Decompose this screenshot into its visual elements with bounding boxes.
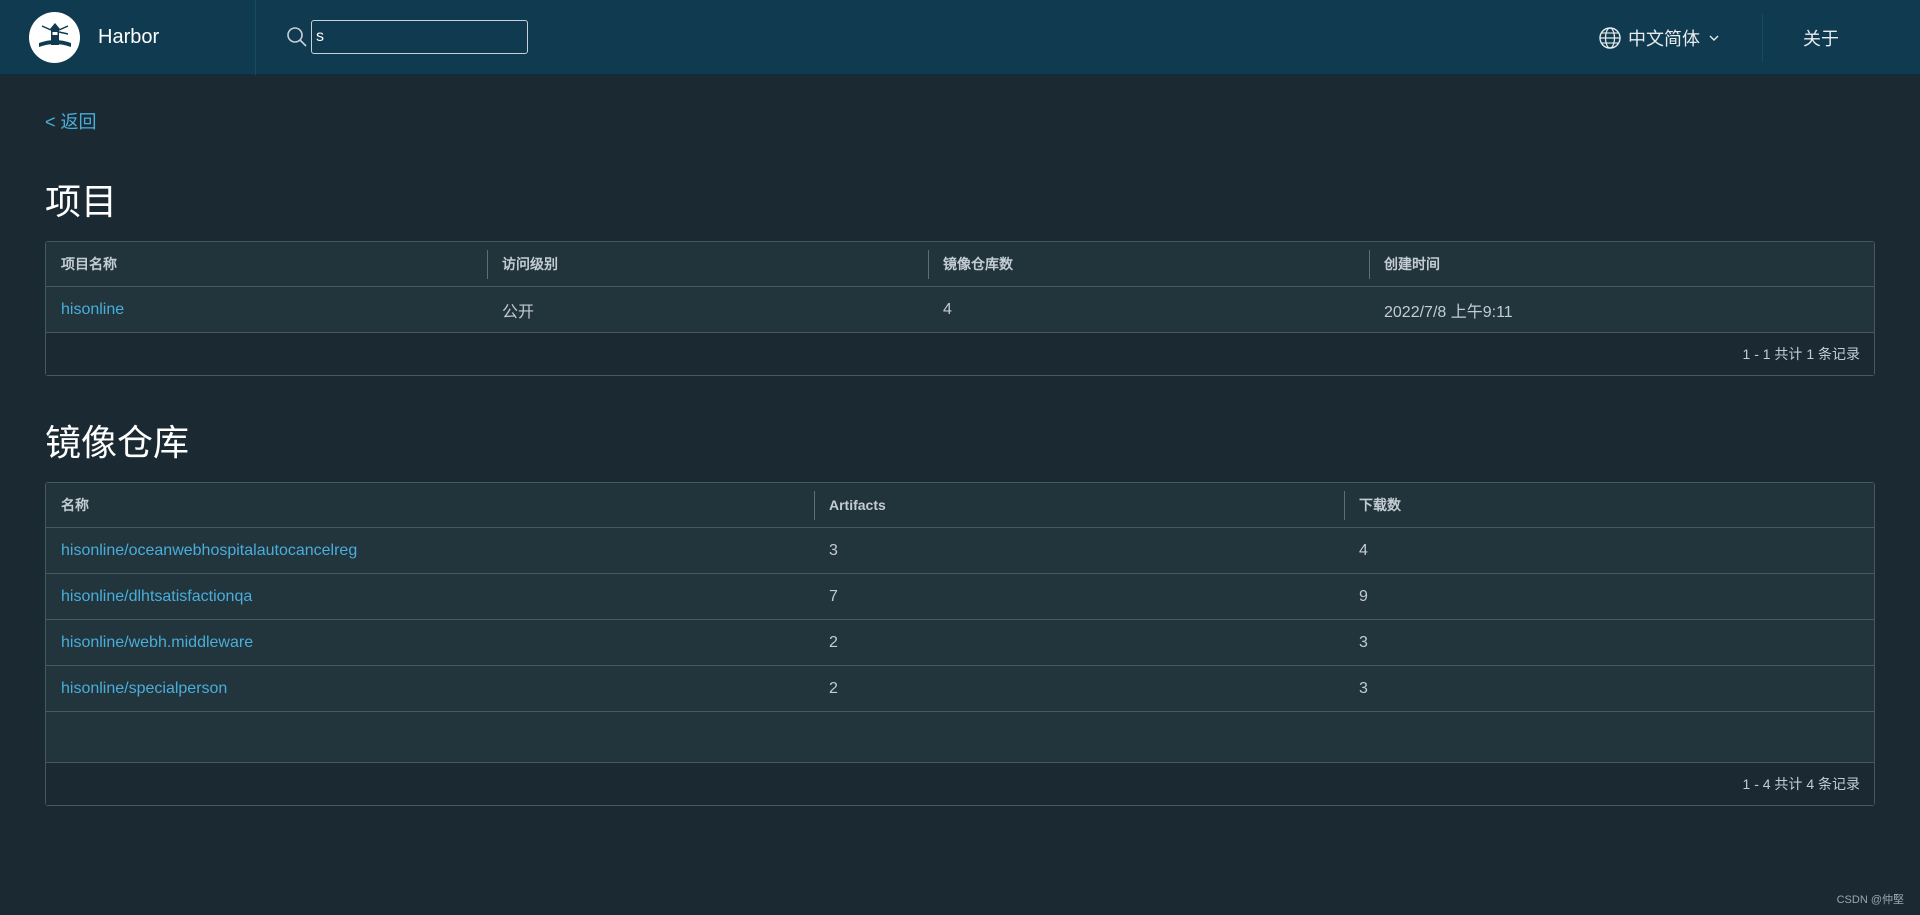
table-row: hisonline/oceanwebhospitalautocancelreg … (46, 528, 1874, 574)
column-header-access-level[interactable]: 访问级别 (487, 242, 928, 286)
watermark: CSDN @仲堅 (1836, 894, 1904, 906)
repositories-title: 镜像仓库 (45, 422, 190, 463)
projects-title: 项目 (45, 181, 118, 222)
column-header-artifacts[interactable]: Artifacts (814, 483, 1344, 527)
projects-table: 项目名称 访问级别 镜像仓库数 创建时间 hisonline 公开 4 2022… (45, 241, 1875, 376)
column-header-creation-time[interactable]: 创建时间 (1369, 242, 1874, 286)
harbor-logo-icon (29, 11, 80, 63)
repositories-table-footer: 1 - 4 共计 4 条记录 (46, 763, 1874, 805)
creation-time-value: 2022/7/8 上午9:11 (1384, 303, 1513, 321)
globe-icon (1599, 26, 1621, 49)
search-input[interactable] (311, 20, 528, 54)
repositories-table-header: 名称 Artifacts 下载数 (46, 483, 1874, 528)
repositories-table: 名称 Artifacts 下载数 hisonline/oceanwebhospi… (45, 482, 1875, 806)
pull-count: 9 (1359, 587, 1368, 605)
column-header-project-name[interactable]: 项目名称 (46, 242, 487, 286)
project-name-link[interactable]: hisonline (46, 287, 487, 332)
table-row: hisonline 公开 4 2022/7/8 上午9:11 (46, 287, 1874, 333)
search-icon (287, 27, 307, 47)
artifacts-count: 7 (829, 587, 838, 605)
brand-name: Harbor (98, 25, 160, 48)
pull-count: 4 (1359, 541, 1368, 559)
about-link[interactable]: 关于 (1803, 0, 1839, 75)
brand[interactable]: Harbor (0, 0, 256, 75)
table-row: hisonline/webh.middleware 2 3 (46, 620, 1874, 666)
repository-name-link[interactable]: hisonline/dlhtsatisfactionqa (46, 574, 814, 619)
repository-name-link[interactable]: hisonline/webh.middleware (46, 620, 814, 665)
column-header-name[interactable]: 名称 (46, 483, 814, 527)
repository-name-link[interactable]: hisonline/specialperson (46, 666, 814, 711)
language-label: 中文简体 (1628, 28, 1700, 49)
artifacts-count: 2 (829, 633, 838, 651)
table-row: hisonline/dlhtsatisfactionqa 7 9 (46, 574, 1874, 620)
table-row: hisonline/specialperson 2 3 (46, 666, 1874, 712)
chevron-down-icon (1709, 35, 1719, 41)
header-divider (1762, 14, 1763, 62)
repo-count-value: 4 (943, 300, 952, 318)
pull-count: 3 (1359, 679, 1368, 697)
table-empty-area (46, 712, 1874, 763)
pull-count: 3 (1359, 633, 1368, 651)
language-selector[interactable]: 中文简体 (1598, 0, 1720, 75)
artifacts-count: 3 (829, 541, 838, 559)
column-header-pulls[interactable]: 下载数 (1344, 483, 1874, 527)
global-search (285, 0, 528, 75)
access-level-value: 公开 (502, 303, 535, 321)
repository-name-link[interactable]: hisonline/oceanwebhospitalautocancelreg (46, 528, 814, 573)
back-link[interactable]: < 返回 (45, 108, 97, 134)
artifacts-count: 2 (829, 679, 838, 697)
column-header-repo-count[interactable]: 镜像仓库数 (928, 242, 1369, 286)
top-navbar: Harbor 中文简体 关于 (0, 0, 1920, 75)
projects-table-header: 项目名称 访问级别 镜像仓库数 创建时间 (46, 242, 1874, 287)
projects-table-footer: 1 - 1 共计 1 条记录 (46, 333, 1874, 375)
